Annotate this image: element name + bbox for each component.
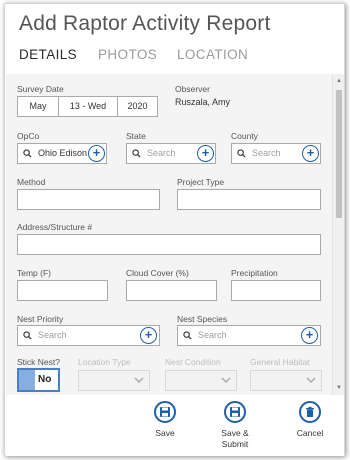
state-label: State xyxy=(126,131,146,141)
general-habitat-label: General Habitat xyxy=(250,357,310,367)
survey-date-year[interactable]: 2020 xyxy=(118,97,157,116)
precipitation-label: Precipitation xyxy=(231,268,278,278)
project-type-label: Project Type xyxy=(177,177,225,187)
add-state-button[interactable]: + xyxy=(197,145,214,162)
nest-condition-label: Nest Condition xyxy=(165,357,221,367)
survey-date-label: Survey Date xyxy=(17,84,64,94)
cloud-cover-label: Cloud Cover (%) xyxy=(126,268,189,278)
chevron-down-icon xyxy=(134,377,144,384)
dialog-window: Add Raptor Activity Report DETAILS PHOTO… xyxy=(4,3,345,456)
county-placeholder: Search xyxy=(252,148,281,158)
nest-condition-select[interactable] xyxy=(165,370,237,391)
stick-nest-label: Stick Nest? xyxy=(17,357,60,367)
save-submit-button[interactable]: Save & Submit xyxy=(213,401,257,450)
temp-label: Temp (F) xyxy=(17,268,51,278)
scroll-up-icon[interactable]: ▲ xyxy=(335,77,343,85)
county-search-field[interactable]: Search + xyxy=(231,143,321,164)
cancel-button[interactable]: Cancel xyxy=(288,401,332,439)
action-bar: Save Save & Submit Cancel xyxy=(6,395,344,456)
add-county-button[interactable]: + xyxy=(302,145,319,162)
chevron-down-icon xyxy=(221,377,231,384)
project-type-input[interactable] xyxy=(177,189,321,210)
search-icon xyxy=(237,149,246,158)
trash-icon xyxy=(299,401,321,423)
add-nest-species-button[interactable]: + xyxy=(301,327,318,344)
nest-species-label: Nest Species xyxy=(177,314,228,324)
search-icon xyxy=(132,149,141,158)
observer-value: Ruszala, Amy xyxy=(175,97,231,107)
observer-label: Observer xyxy=(175,84,210,94)
save-button[interactable]: Save xyxy=(143,401,187,439)
nest-priority-label: Nest Priority xyxy=(17,314,64,324)
opco-value: Ohio Edison xyxy=(38,148,88,158)
dialog-title: Add Raptor Activity Report xyxy=(19,12,271,35)
state-placeholder: Search xyxy=(147,148,176,158)
search-icon xyxy=(23,149,32,158)
save-submit-label: Save & Submit xyxy=(221,428,249,449)
survey-date-day[interactable]: 13 - Wed xyxy=(59,97,117,116)
stick-nest-toggle[interactable]: No xyxy=(17,368,60,392)
survey-date-month[interactable]: May xyxy=(18,97,58,116)
details-form: Survey Date May 13 - Wed 2020 Observer R… xyxy=(6,74,332,395)
state-search-field[interactable]: Search + xyxy=(126,143,216,164)
nest-species-placeholder: Search xyxy=(198,330,227,340)
cancel-label: Cancel xyxy=(296,428,324,438)
search-icon xyxy=(183,331,192,340)
nest-priority-search-field[interactable]: Search + xyxy=(17,325,160,346)
tab-photos[interactable]: PHOTOS xyxy=(98,47,157,62)
county-label: County xyxy=(231,131,258,141)
method-label: Method xyxy=(17,177,46,187)
tab-location[interactable]: LOCATION xyxy=(177,47,248,62)
save-label: Save xyxy=(155,428,175,438)
location-type-select[interactable] xyxy=(78,370,150,391)
form-scrollbar[interactable]: ▲ ▼ xyxy=(332,74,344,395)
stick-nest-value: No xyxy=(38,374,52,385)
method-input[interactable] xyxy=(17,189,160,210)
toggle-knob xyxy=(19,370,35,390)
tab-details[interactable]: DETAILS xyxy=(19,47,77,62)
temp-input[interactable] xyxy=(17,280,108,301)
location-type-label: Location Type xyxy=(78,357,131,367)
survey-date-picker: May 13 - Wed 2020 xyxy=(17,96,158,117)
floppy-disk-icon xyxy=(154,401,176,423)
search-icon xyxy=(23,331,32,340)
precipitation-input[interactable] xyxy=(231,280,321,301)
add-nest-priority-button[interactable]: + xyxy=(140,327,157,344)
cloud-cover-input[interactable] xyxy=(126,280,217,301)
chevron-down-icon xyxy=(306,377,316,384)
opco-label: OpCo xyxy=(17,131,40,141)
address-input[interactable] xyxy=(17,234,321,255)
nest-priority-placeholder: Search xyxy=(38,330,67,340)
general-habitat-select[interactable] xyxy=(250,370,322,391)
floppy-disk-icon xyxy=(224,401,246,423)
scroll-down-icon[interactable]: ▼ xyxy=(335,384,343,392)
opco-search-field[interactable]: Ohio Edison + xyxy=(17,143,107,164)
scroll-thumb[interactable] xyxy=(336,90,342,218)
nest-species-search-field[interactable]: Search + xyxy=(177,325,321,346)
address-label: Address/Structure # xyxy=(17,222,93,232)
add-opco-button[interactable]: + xyxy=(88,145,105,162)
